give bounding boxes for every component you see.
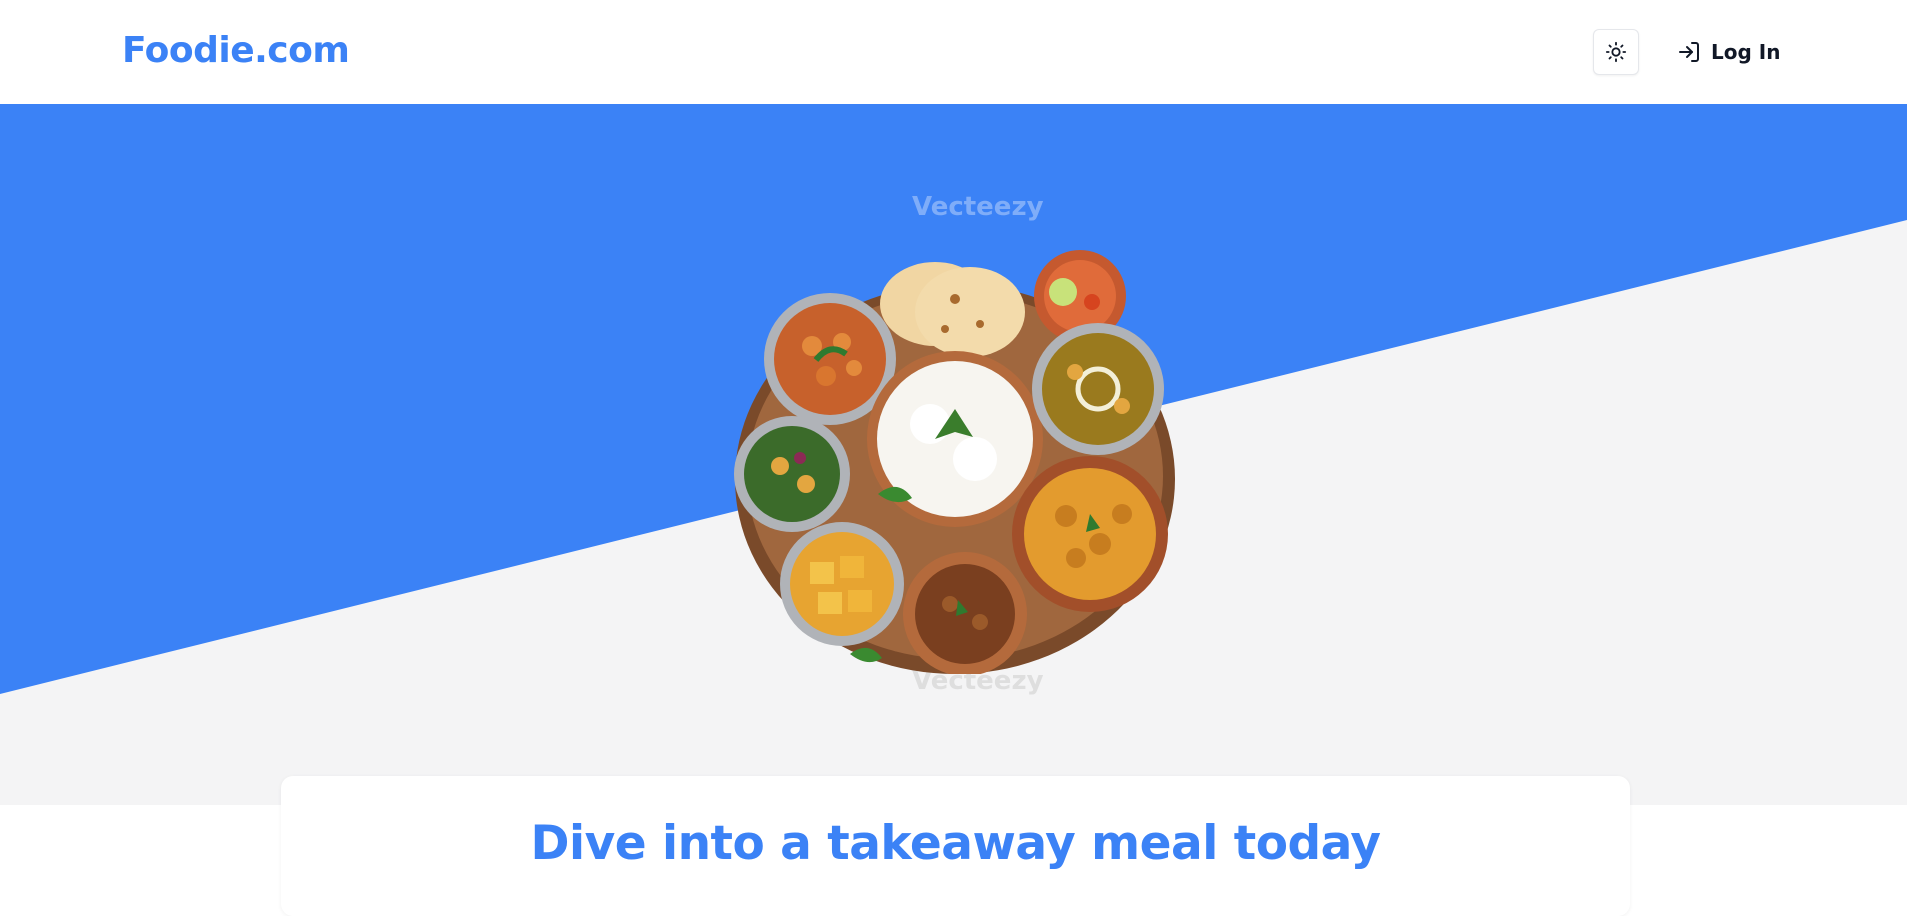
sun-icon — [1605, 41, 1627, 63]
thali-plate-image — [734, 250, 1175, 674]
login-button[interactable]: Log In — [1677, 37, 1780, 67]
login-label: Log In — [1711, 40, 1781, 64]
login-arrow-icon — [1679, 42, 1699, 62]
theme-toggle-button[interactable] — [1593, 29, 1639, 75]
brand-logo[interactable]: Foodie.com — [122, 30, 350, 71]
card-title: Dive into a takeaway meal today — [530, 816, 1381, 871]
site-header: Foodie.com Log In — [0, 0, 1907, 104]
intro-card: Dive into a takeaway meal today — [281, 776, 1630, 916]
hero-section: Vecteezy Vecteezy — [0, 104, 1907, 805]
watermark-text: Vecteezy — [912, 192, 1044, 222]
